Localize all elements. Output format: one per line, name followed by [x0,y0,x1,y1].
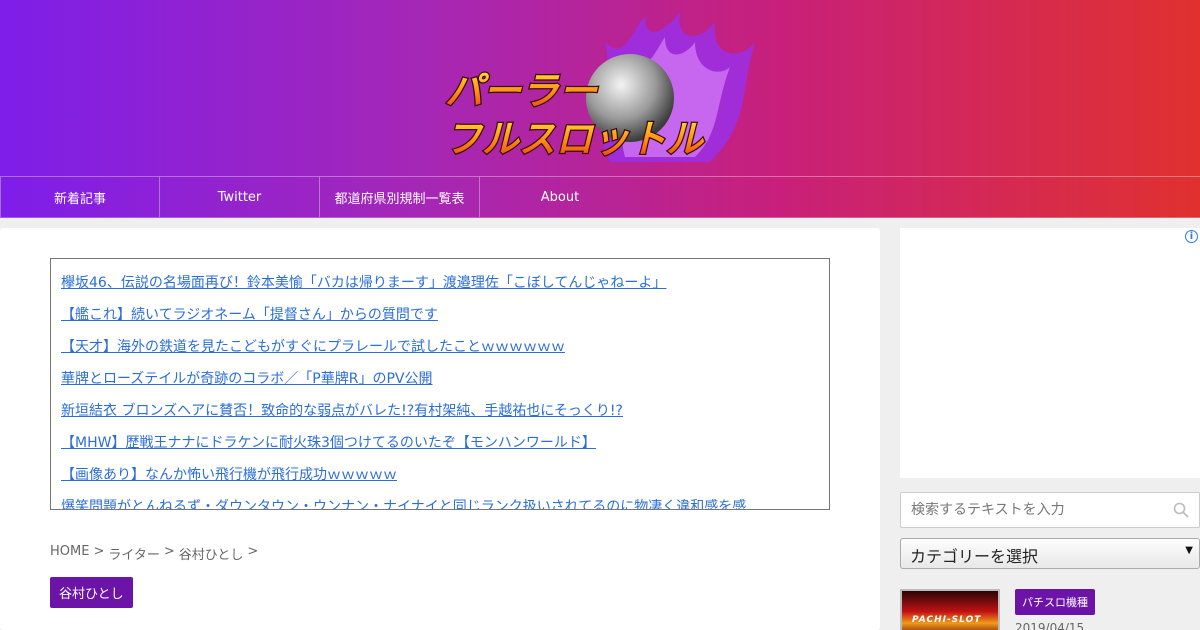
breadcrumb-author[interactable]: 谷村ひとし [179,544,244,563]
site-logo[interactable]: パーラー フルスロットル [440,12,760,172]
breadcrumb-separator: > [247,544,259,559]
ad-slot[interactable]: i [900,228,1200,478]
breadcrumb-separator: > [163,544,175,559]
nav-item-twitter[interactable]: Twitter [160,177,320,217]
category-select-value: カテゴリーを選択 [910,547,1039,566]
category-select[interactable]: カテゴリーを選択 ▼ [900,538,1200,569]
nav-item-about[interactable]: About [480,177,640,217]
logo-line1: パーラー [445,69,598,113]
breadcrumb-separator: > [93,544,105,559]
breadcrumb: HOME > ライター > 谷村ひとし > [50,544,258,563]
related-link[interactable]: 【MHW】歴戦王ナナにドラケンに耐火珠3個つけてるのいたぞ【モンハンワールド】 [61,427,819,459]
global-nav: 新着記事 Twitter 都道府県別規制一覧表 About [0,176,1200,218]
post-category-tag[interactable]: パチスロ機種 [1015,589,1095,615]
search-input[interactable] [901,493,1161,527]
search-icon[interactable] [1173,502,1189,518]
related-link[interactable]: 爆笑問題がとんねるず・ダウンタウン・ウンナン・ナイナイと同じランク扱いされてるの… [61,491,819,509]
breadcrumb-home[interactable]: HOME [50,544,89,563]
logo-line2: フルスロットル [445,117,705,161]
related-link[interactable]: 【艦これ】続いてラジオネーム「提督さん」からの質問です [61,299,819,331]
ad-info-icon[interactable]: i [1185,230,1198,243]
site-header: パーラー フルスロットル 新着記事 Twitter 都道府県別規制一覧表 Abo… [0,0,1200,218]
related-link[interactable]: 欅坂46、伝説の名場面再び！鈴本美愉「バカは帰りまーす」渡邉理佐「こぼしてんじゃ… [61,267,819,299]
search-box [900,492,1200,528]
chevron-down-icon: ▼ [1185,545,1193,556]
related-link[interactable]: 新垣結衣 ブロンズヘアに賛否！致命的な弱点がバレた!?有村架純、手越祐也にそっく… [61,395,819,427]
nav-item-regulations[interactable]: 都道府県別規制一覧表 [320,177,480,217]
post-date: 2019/04/15 [1015,621,1085,630]
breadcrumb-writer[interactable]: ライター [108,544,159,563]
related-links-box[interactable]: 欅坂46、伝説の名場面再び！鈴本美愉「バカは帰りまーす」渡邉理佐「こぼしてんじゃ… [50,258,830,510]
thumbnail-caption: PACHI-SLOT [912,615,982,625]
related-link[interactable]: 【画像あり】なんか怖い飛行機が飛行成功ｗｗｗｗｗ [61,459,819,491]
related-link[interactable]: 華牌とローズテイルが奇跡のコラボ／「P華牌R」のPV公開 [61,363,819,395]
main-content: 欅坂46、伝説の名場面再び！鈴本美愉「バカは帰りまーす」渡邉理佐「こぼしてんじゃ… [0,228,880,630]
post-thumbnail[interactable]: PACHI-SLOT [900,589,1000,630]
related-link[interactable]: 【天才】海外の鉄道を見たこどもがすぐにプラレールで試したことｗｗｗｗｗｗ [61,331,819,363]
nav-item-new-articles[interactable]: 新着記事 [0,177,160,217]
author-name-badge: 谷村ひとし [50,577,133,608]
